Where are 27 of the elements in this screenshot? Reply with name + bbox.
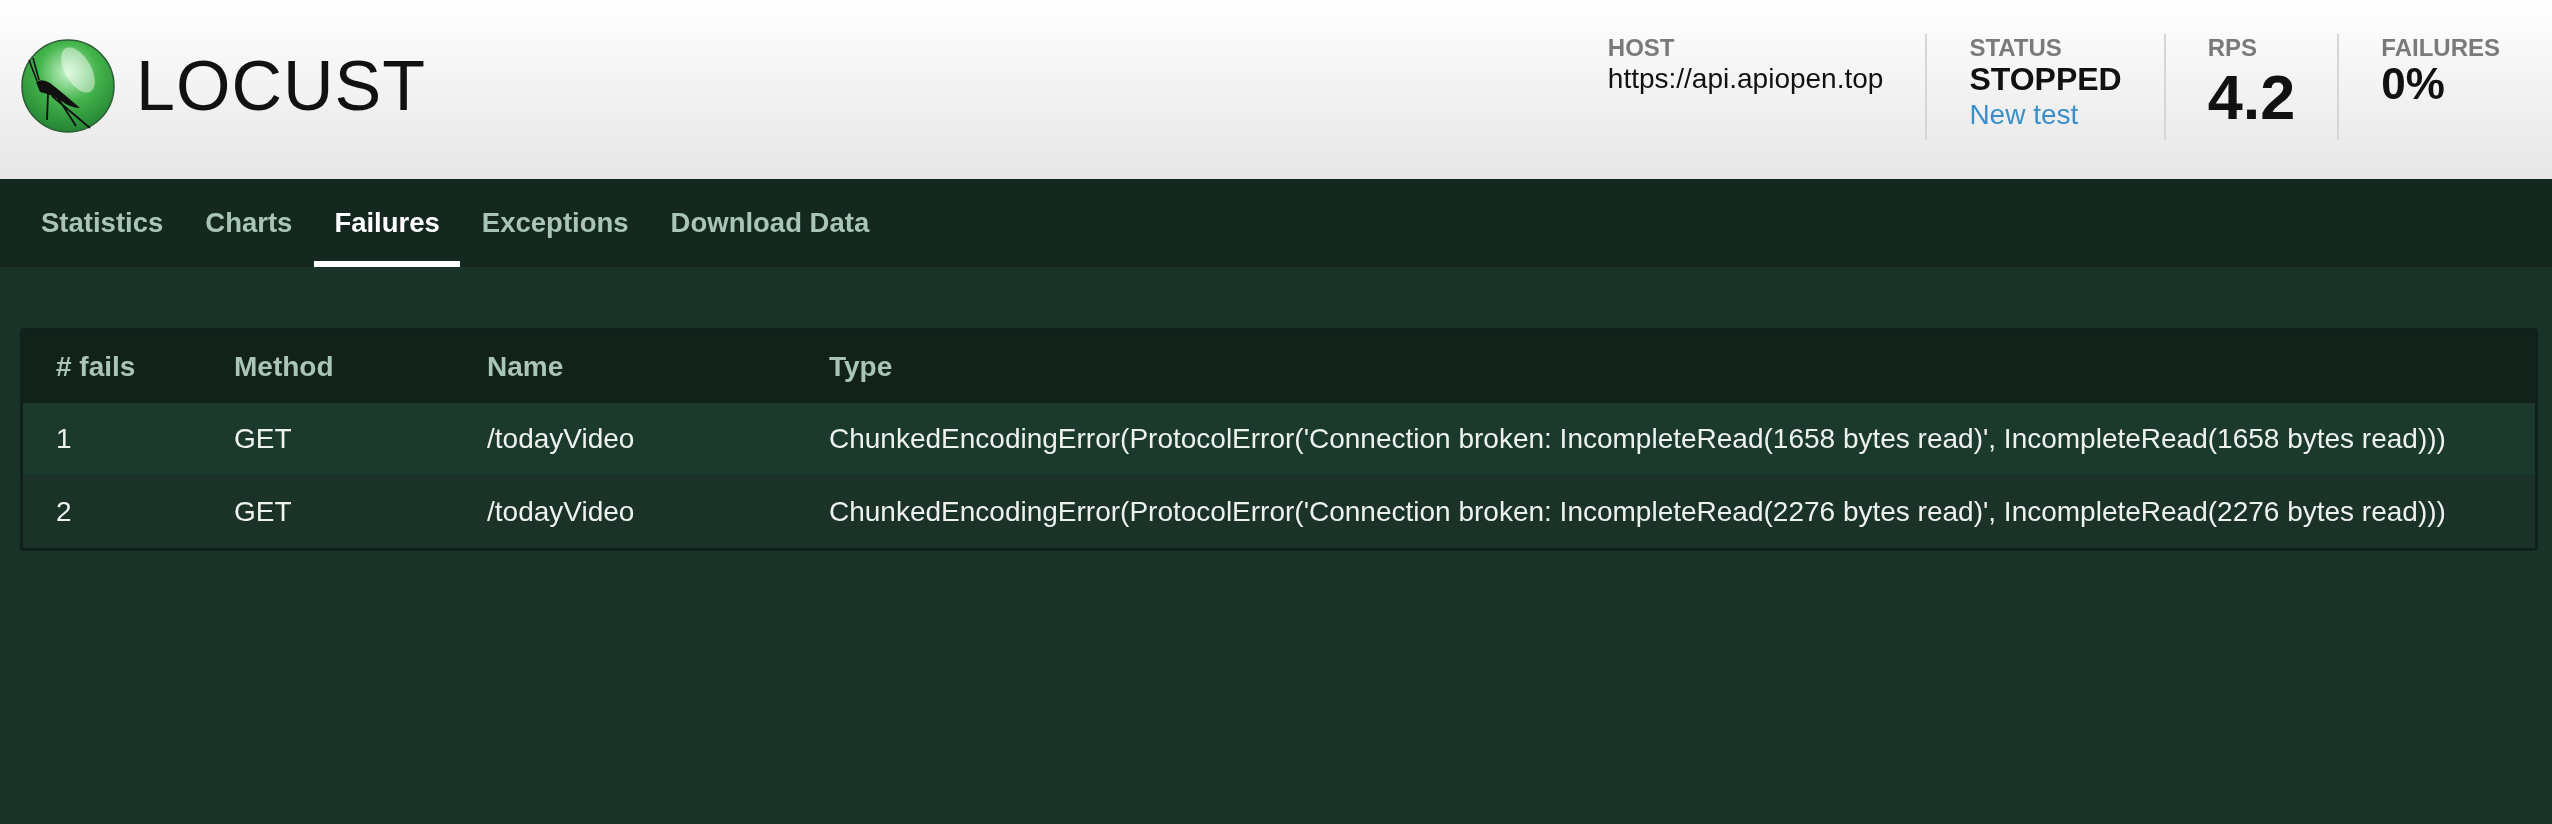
column-header: Type	[828, 350, 894, 384]
brand-name: LOCUST	[136, 51, 426, 121]
tab[interactable]: Charts	[185, 179, 313, 267]
column-header: Method	[233, 350, 335, 384]
table-cell-text: /todayVideo	[486, 495, 636, 529]
stat-label: FAILURES	[2381, 34, 2500, 62]
table-cell-text: 2	[55, 495, 73, 529]
stat-label: STATUS	[1969, 34, 2062, 62]
stat-value: STOPPED	[1969, 62, 2122, 96]
column-header: # fails	[55, 350, 137, 384]
table-cell-text: ChunkedEncodingError(ProtocolError('Connection broken: IncompleteRead(1658 bytes read)', IncompleteRead(1658 bytes read)))	[828, 422, 2447, 456]
table-cell-text: GET	[233, 495, 293, 529]
stat-value: https://api.apiopen.top	[1607, 62, 1884, 96]
stat-label: HOST	[1607, 34, 1675, 62]
insect-logo-icon	[20, 38, 116, 134]
table-cell-text: /todayVideo	[486, 422, 636, 456]
tab[interactable]: Exceptions	[461, 179, 649, 267]
stat-value: 0%	[2381, 62, 2445, 106]
table-cell-text: ChunkedEncodingError(ProtocolError('Connection broken: IncompleteRead(2276 bytes read)', IncompleteRead(2276 bytes read)))	[828, 495, 2447, 529]
tab[interactable]: Download Data	[650, 179, 890, 267]
tab[interactable]: Statistics	[21, 179, 184, 267]
stat-label: RPS	[2207, 34, 2258, 62]
table-cell-text: 1	[55, 422, 73, 456]
table-cell-text: GET	[233, 422, 293, 456]
column-header: Name	[486, 350, 565, 384]
tab[interactable]: Failures	[314, 179, 460, 267]
stat-value: 4.2	[2207, 62, 2296, 132]
